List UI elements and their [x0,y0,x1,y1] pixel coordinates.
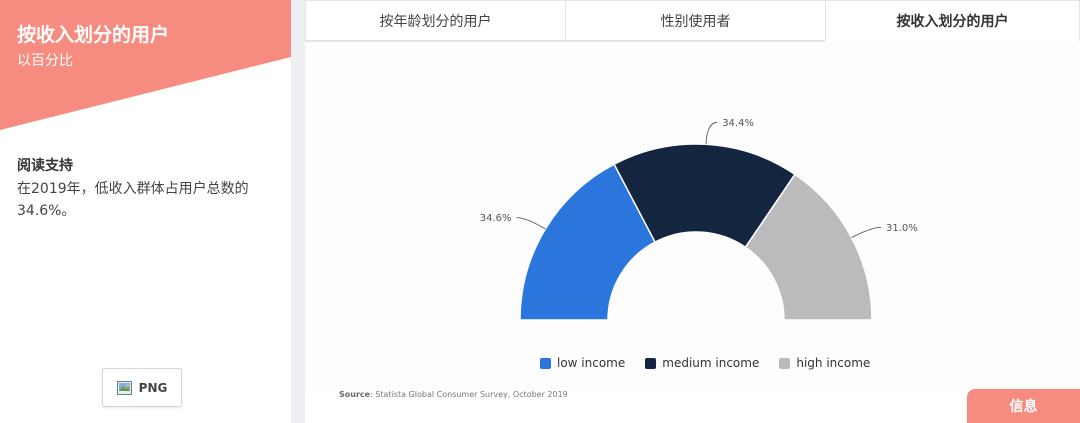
png-download-button[interactable]: PNG [102,368,182,407]
connector-high-income [851,226,881,238]
info-button[interactable]: 信息 [967,389,1080,423]
sidebar-title: 按收入划分的用户 [17,24,170,46]
data-label-medium-income: 34.4% [722,118,754,129]
tab-users-by-gender[interactable]: 性别使用者 [565,0,826,41]
sidebar-subtitle: 以百分比 [17,53,73,69]
chart-legend: low income medium income high income [540,356,870,370]
png-button-label: PNG [138,380,168,395]
connector-low-income [516,217,546,230]
reading-support-text: 在2019年，低收入群体占用户总数的34.6%。 [17,181,249,219]
legend-swatch-medium-income [645,357,657,369]
source-text: : Statista Global Consumer Survey, Octob… [370,390,568,399]
legend-swatch-low-income [540,357,551,369]
data-label-high-income: 31.0% [886,223,918,234]
tab-users-by-age[interactable]: 按年龄划分的用户 [305,0,566,41]
connector-medium-income [705,121,718,145]
income-semi-donut-chart: 34.6% 34.4% 31.0% [480,118,918,321]
chart-area: 34.6% 34.4% 31.0% low income medium income… [305,42,1080,392]
data-label-low-income: 34.6% [480,213,512,224]
source-prefix: Source [339,390,371,399]
chart-tabs: 按年龄划分的用户 性别使用者 按收入划分的用户 [305,0,1080,42]
legend-label-low-income: low income [557,356,626,370]
legend-item-medium-income[interactable]: medium income [645,356,759,370]
legend-label-high-income: high income [796,356,871,370]
info-sidebar: 按收入划分的用户 以百分比 阅读支持 在2019年，低收入群体占用户总数的34.… [0,0,291,423]
chart-source: Source: Statista Global Consumer Survey,… [339,390,568,399]
reading-support-heading: 阅读支持 [17,158,73,174]
image-icon [116,380,132,395]
tab-users-by-income[interactable]: 按收入划分的用户 [825,0,1080,41]
legend-label-medium-income: medium income [662,356,760,370]
legend-item-low-income[interactable]: low income [540,356,625,370]
panel-divider [291,0,305,423]
legend-swatch-high-income [779,357,791,369]
legend-item-high-income[interactable]: high income [779,356,870,370]
